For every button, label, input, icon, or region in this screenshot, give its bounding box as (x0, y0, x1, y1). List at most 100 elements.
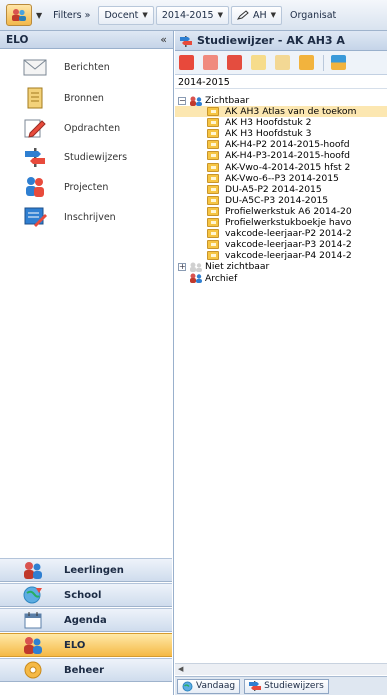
folder-icon (207, 206, 219, 216)
main-panel-header: Studiewijzer - AK AH3 A (175, 31, 387, 51)
users-icon (12, 9, 26, 21)
nav-label: ELO (64, 639, 86, 651)
docent-dropdown-label: Docent (104, 9, 139, 21)
tree-item[interactable]: AK-Vwo-4-2014-2015 hfst 2 (175, 162, 387, 173)
people-icon (26, 177, 44, 197)
remove-icon[interactable] (203, 55, 218, 70)
tree-item[interactable]: AK AH3 Atlas van de toekom (175, 106, 387, 118)
tree-item[interactable]: Profielwerkstuk A6 2014-20 (175, 206, 387, 217)
horizontal-scrollbar[interactable]: ◀ (175, 663, 387, 675)
nav-elo[interactable]: ELO (0, 633, 172, 657)
top-toolbar: ▼ Filters » Docent ▼ 2014-2015 ▼ AH ▼ Or… (0, 0, 387, 31)
page-title: Studiewijzer - AK AH3 A (197, 34, 345, 47)
bottom-tabs: Vandaag Studiewijzers (175, 676, 387, 695)
menu-item-bronnen[interactable]: Bronnen (0, 83, 172, 113)
copy-icon[interactable] (275, 55, 290, 70)
group-icon (190, 273, 202, 283)
sort-icon[interactable] (331, 55, 346, 70)
folder-icon (207, 162, 219, 172)
tree-group-label: Archief (205, 272, 238, 284)
user-menu-caret-icon[interactable]: ▼ (36, 11, 42, 20)
nav-label: Beheer (64, 664, 105, 676)
menu-item-label: Studiewijzers (64, 151, 128, 163)
chevron-down-icon: ▼ (217, 11, 223, 19)
tree-item-label: AK H3 Hoofdstuk 2 (225, 117, 312, 129)
chevron-down-icon: ▼ (142, 11, 148, 19)
nav-leerlingen[interactable]: Leerlingen (0, 558, 172, 582)
tree-item[interactable]: vakcode-leerjaar-P4 2014-2 (175, 250, 387, 261)
refresh-icon[interactable] (299, 55, 314, 70)
tree-group-zichtbaar[interactable]: − Zichtbaar (175, 95, 387, 106)
user-menu-button[interactable] (6, 4, 32, 26)
action-toolbar (175, 51, 387, 75)
menu-item-studiewijzers[interactable]: Studiewijzers (0, 142, 172, 172)
tree-item-label: vakcode-leerjaar-P4 2014-2 (225, 250, 352, 262)
tree-item-label: Profielwerkstuk A6 2014-20 (225, 205, 352, 217)
menu-item-opdrachten[interactable]: Opdrachten (0, 113, 172, 143)
tree-item[interactable]: AK H3 Hoofdstuk 3 (175, 128, 387, 139)
folder-icon (207, 251, 219, 261)
tree-group-label: Zichtbaar (205, 95, 250, 106)
gear-icon (24, 661, 42, 679)
organisation-button[interactable]: Organisat (284, 6, 342, 25)
tree-item-label: vakcode-leerjaar-P3 2014-2 (225, 239, 352, 251)
tree-item[interactable]: AK-H4-P2 2014-2015-hoofd (175, 139, 387, 150)
school-icon (182, 681, 193, 691)
left-panel-header: ELO « (0, 31, 173, 49)
folder-icon (207, 184, 219, 194)
folder-icon (207, 118, 219, 128)
move-up-icon[interactable] (227, 55, 242, 70)
tree-group-archief[interactable]: Archief (175, 273, 387, 284)
nav-school[interactable]: School (0, 583, 172, 607)
tree-item[interactable]: AK H3 Hoofdstuk 2 (175, 117, 387, 128)
filters-button[interactable]: Filters » (47, 6, 96, 25)
folder-icon (207, 195, 219, 205)
collapse-icon[interactable]: « (160, 33, 167, 46)
menu-item-inschrijven[interactable]: Inschrijven (0, 202, 172, 232)
document-icon (27, 87, 43, 109)
folder-icon (207, 151, 219, 161)
tree-item[interactable]: vakcode-leerjaar-P2 2014-2 (175, 228, 387, 239)
tab-vandaag[interactable]: Vandaag (177, 678, 241, 694)
nav-agenda[interactable]: Agenda (0, 608, 172, 632)
students-icon (24, 562, 42, 579)
menu-item-label: Opdrachten (64, 122, 121, 134)
menu-item-berichten[interactable]: Berichten (0, 52, 172, 82)
year-dropdown-label: 2014-2015 (161, 9, 214, 21)
nav-label: Leerlingen (64, 564, 124, 576)
folder-icon (207, 218, 219, 228)
nav-beheer[interactable]: Beheer (0, 658, 172, 682)
add-icon[interactable] (179, 55, 194, 70)
collapse-icon[interactable]: − (178, 96, 186, 105)
folder-icon (207, 107, 219, 117)
folder-icon (207, 140, 219, 150)
teacher-dropdown[interactable]: AH ▼ (231, 5, 283, 25)
tree-item[interactable]: AK-Vwo-6--P3 2014-2015 (175, 173, 387, 184)
teacher-dropdown-label: AH (253, 9, 267, 21)
tab-studiewijzers[interactable]: Studiewijzers (244, 678, 329, 694)
expand-icon[interactable]: + (178, 262, 186, 271)
tree-item[interactable]: AK-H4-P3-2014-2015-hoofd (175, 150, 387, 161)
tree-item[interactable]: Profielwerkstukboekje havo (175, 217, 387, 228)
scroll-left-icon[interactable]: ◀ (178, 665, 183, 673)
toolbar-divider (323, 54, 324, 71)
group-icon (190, 96, 202, 106)
signpost-icon (249, 681, 262, 691)
tree-item-label: AK-Vwo-6--P3 2014-2015 (225, 172, 339, 184)
school-icon (23, 586, 42, 604)
tree-item[interactable]: DU-A5C-P3 2014-2015 (175, 195, 387, 206)
menu-item-label: Bronnen (64, 92, 104, 104)
menu-item-projecten[interactable]: Projecten (0, 172, 172, 202)
left-panel: ELO « Berichten Bronnen Opdrachten Studi… (0, 31, 174, 695)
tree-item[interactable]: vakcode-leerjaar-P3 2014-2 (175, 239, 387, 250)
tree-group-niet-zichtbaar[interactable]: + Niet zichtbaar (175, 261, 387, 272)
tree-item-label: vakcode-leerjaar-P2 2014-2 (225, 228, 352, 240)
tree-item[interactable]: DU-A5-P2 2014-2015 (175, 184, 387, 195)
tree-item-label: AK AH3 Atlas van de toekom (225, 106, 357, 118)
year-dropdown[interactable]: 2014-2015 ▼ (155, 5, 229, 25)
signpost-icon (180, 35, 192, 47)
pencil-icon (24, 119, 46, 138)
chevron-down-icon: ▼ (270, 11, 277, 19)
docent-dropdown[interactable]: Docent ▼ (98, 5, 154, 25)
open-folder-icon[interactable] (251, 55, 266, 70)
